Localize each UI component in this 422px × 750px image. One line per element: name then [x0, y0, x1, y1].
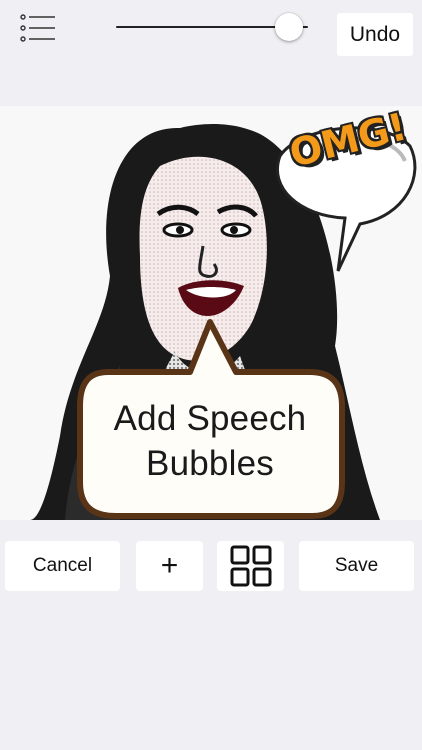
layout-grid-button[interactable] — [217, 541, 284, 591]
list-icon[interactable] — [20, 14, 56, 44]
grid-icon — [230, 545, 272, 587]
effect-slider[interactable] — [116, 12, 308, 42]
bubble-line-1: Add Speech — [113, 399, 307, 438]
add-bubble-button[interactable]: + — [136, 541, 203, 591]
speech-bubble-text[interactable]: Add Speech Bubbles — [84, 396, 336, 486]
photo-canvas[interactable]: OMG! Add Speech Bubbles — [0, 106, 422, 520]
top-toolbar: Undo — [0, 0, 422, 70]
undo-button[interactable]: Undo — [337, 13, 413, 56]
slider-knob[interactable] — [274, 13, 303, 41]
save-button[interactable]: Save — [299, 541, 414, 591]
cancel-button[interactable]: Cancel — [5, 541, 120, 591]
bubble-line-2: Bubbles — [146, 444, 274, 483]
